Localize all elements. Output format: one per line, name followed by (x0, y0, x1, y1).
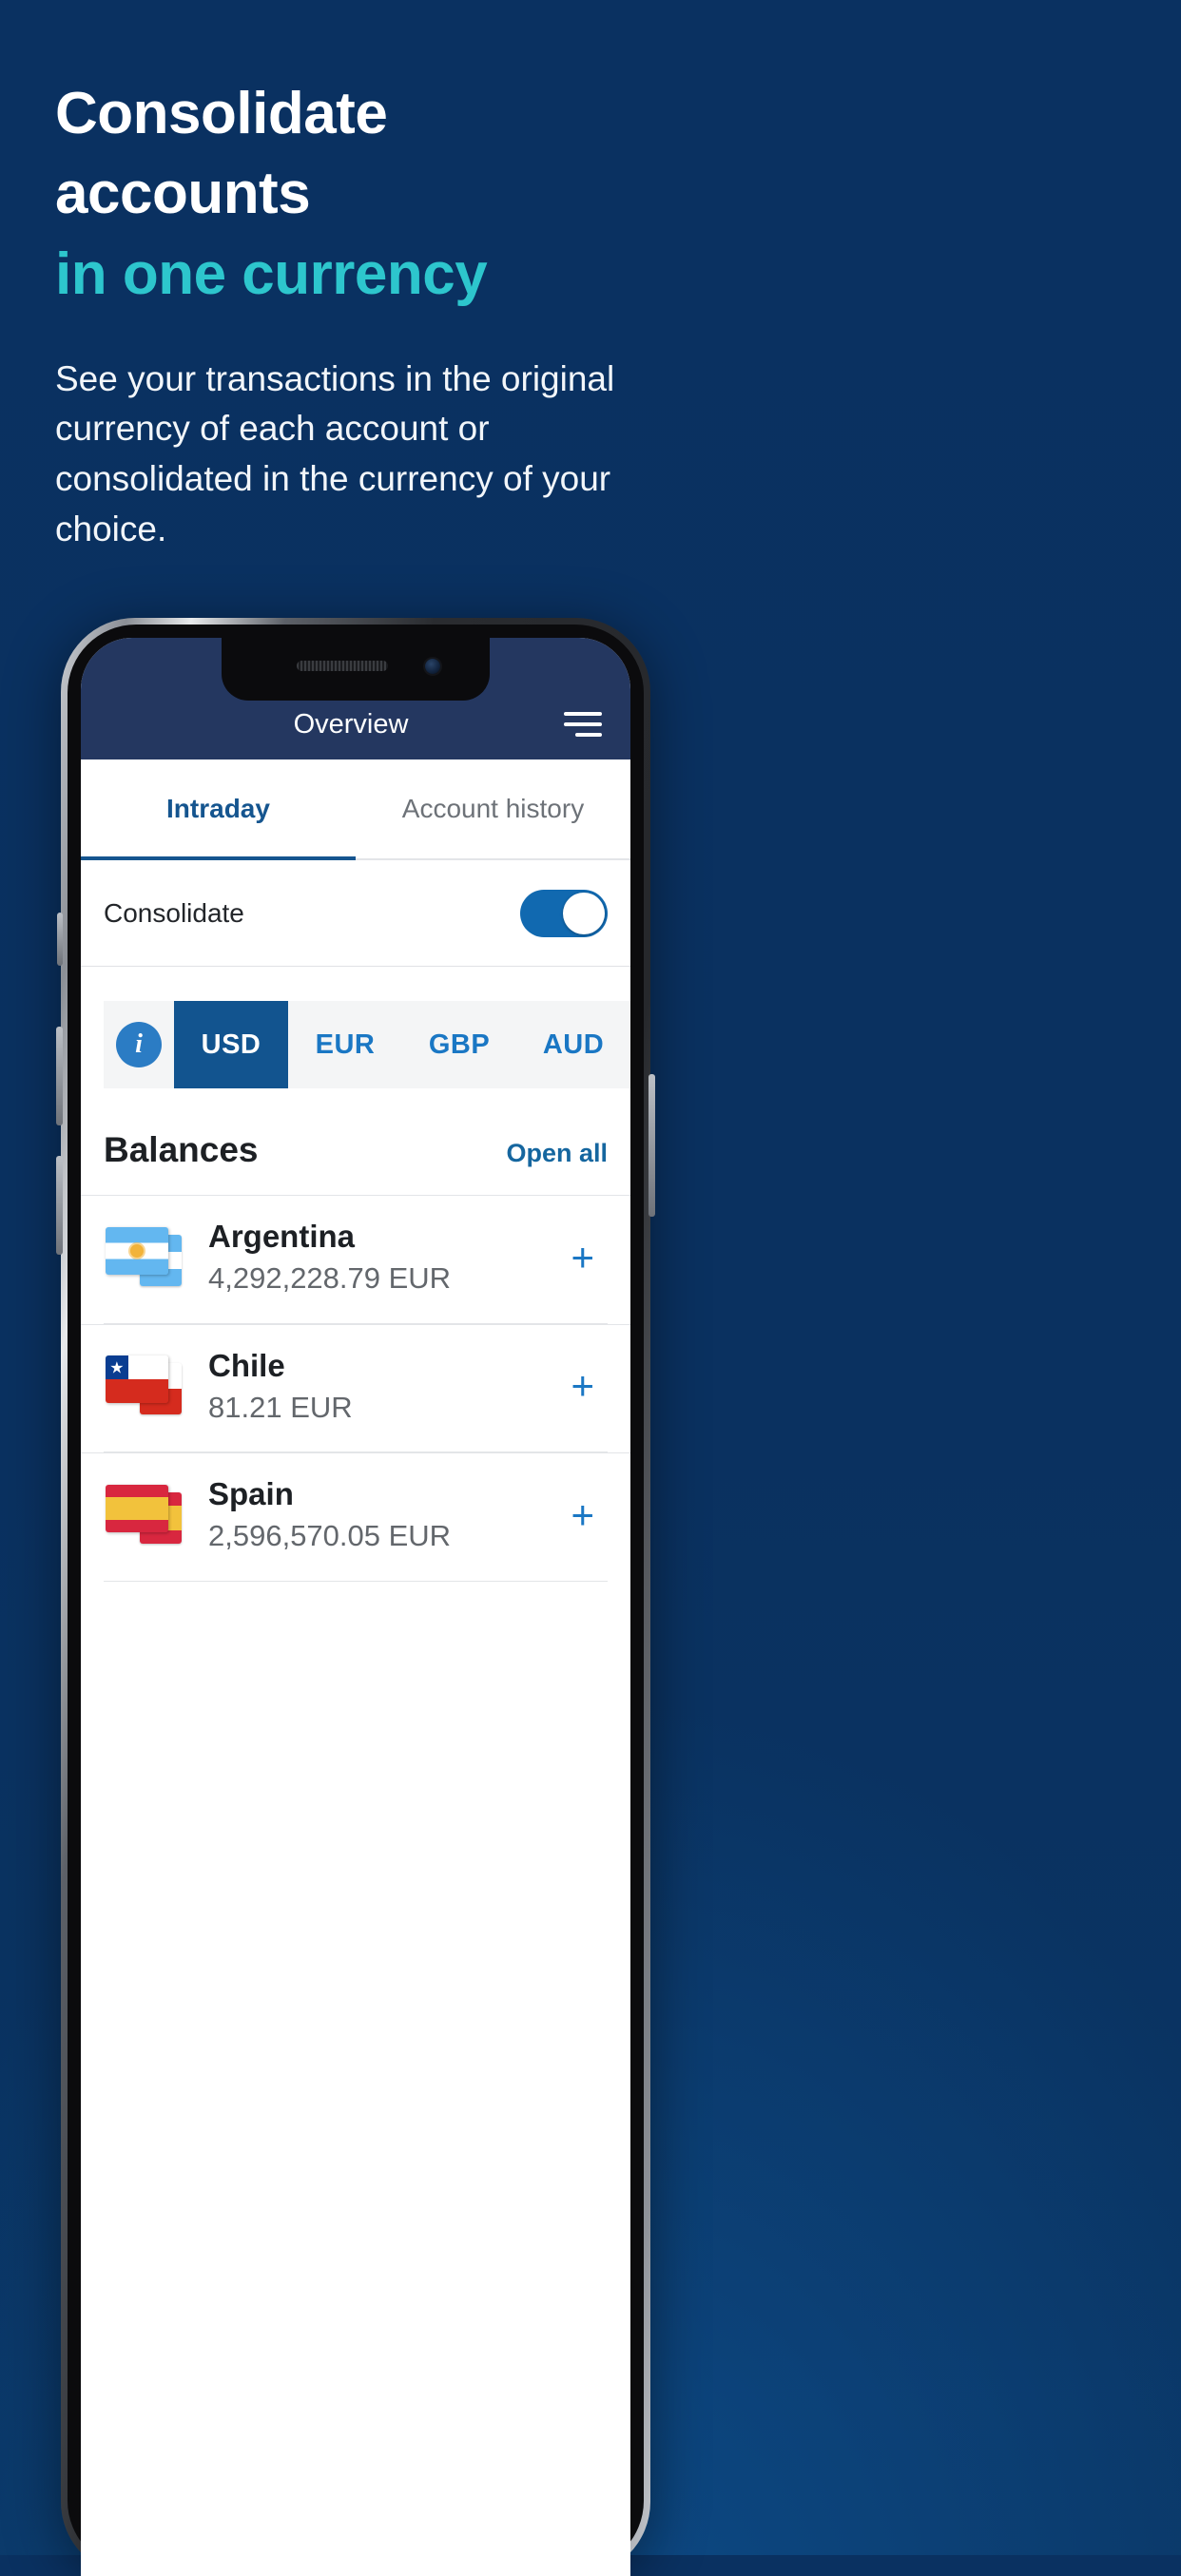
plus-icon[interactable]: + (571, 1235, 608, 1280)
currency-option-eur[interactable]: EUR (288, 1001, 402, 1088)
tab-bar: Intraday Account history (81, 759, 630, 860)
plus-icon[interactable]: + (571, 1363, 608, 1409)
promo-subcopy: See your transactions in the original cu… (55, 358, 615, 548)
divider (104, 1580, 608, 1582)
tab-intraday[interactable]: Intraday (81, 759, 356, 860)
chile-flag-icon: ★ (104, 1350, 185, 1422)
phone-mute-switch (57, 913, 63, 966)
headline-line-2: accounts (55, 161, 311, 227)
consolidate-label: Consolidate (104, 897, 244, 928)
phone-volume-down-button (56, 1156, 63, 1255)
balance-text: Argentina 4,292,228.79 EUR (208, 1217, 548, 1298)
argentina-flag-icon (104, 1221, 185, 1294)
consolidate-row: Consolidate (81, 860, 630, 967)
promo-section: Consolidate accounts in one currency See… (0, 0, 1181, 554)
balance-country: Argentina (208, 1219, 356, 1254)
balances-header: Balances Open all (81, 1088, 630, 1195)
tab-account-history[interactable]: Account history (356, 759, 630, 858)
app-title: Overview (293, 709, 409, 740)
currency-option-usd[interactable]: USD (174, 1001, 288, 1088)
phone-mockup: Overview Intraday Account history Consol… (56, 618, 655, 2576)
currency-option-aud[interactable]: AUD (516, 1001, 630, 1088)
front-camera-icon (425, 659, 440, 674)
balance-country: Chile (208, 1347, 285, 1383)
balance-text: Chile 81.21 EUR (208, 1346, 548, 1428)
phone-power-button (649, 1074, 655, 1217)
balances-title: Balances (104, 1130, 259, 1169)
table-row[interactable]: Spain 2,596,570.05 EUR + (81, 1452, 630, 1581)
earpiece-speaker-icon (297, 661, 388, 671)
headline-line-1: Consolidate (55, 81, 388, 146)
balance-amount: 81.21 EUR (208, 1390, 353, 1424)
table-row[interactable]: Argentina 4,292,228.79 EUR + (81, 1195, 630, 1323)
info-circle-icon: i (116, 1022, 162, 1067)
phone-notch (222, 638, 490, 701)
spain-flag-icon (104, 1479, 185, 1551)
currency-selector-section: i USD EUR GBP AUD (81, 967, 630, 1088)
currency-option-gbp[interactable]: GBP (402, 1001, 516, 1088)
headline-accent-line: in one currency (55, 240, 488, 307)
phone-screen: Overview Intraday Account history Consol… (81, 638, 630, 2576)
toggle-knob (563, 892, 605, 934)
balance-country: Spain (208, 1476, 294, 1512)
page-title: Consolidate accounts in one currency (55, 0, 1126, 315)
currency-info-button[interactable]: i (104, 1001, 174, 1088)
balance-amount: 4,292,228.79 EUR (208, 1261, 452, 1296)
currency-selector: i USD EUR GBP AUD (104, 1001, 630, 1088)
consolidate-toggle[interactable] (520, 889, 608, 937)
hamburger-menu-icon[interactable] (564, 712, 602, 737)
open-all-link[interactable]: Open all (506, 1139, 608, 1168)
phone-volume-up-button (56, 1027, 63, 1125)
plus-icon[interactable]: + (571, 1492, 608, 1538)
balance-amount: 2,596,570.05 EUR (208, 1519, 452, 1553)
table-row[interactable]: ★ Chile 81.21 EUR + (81, 1323, 630, 1452)
balance-text: Spain 2,596,570.05 EUR (208, 1474, 548, 1556)
